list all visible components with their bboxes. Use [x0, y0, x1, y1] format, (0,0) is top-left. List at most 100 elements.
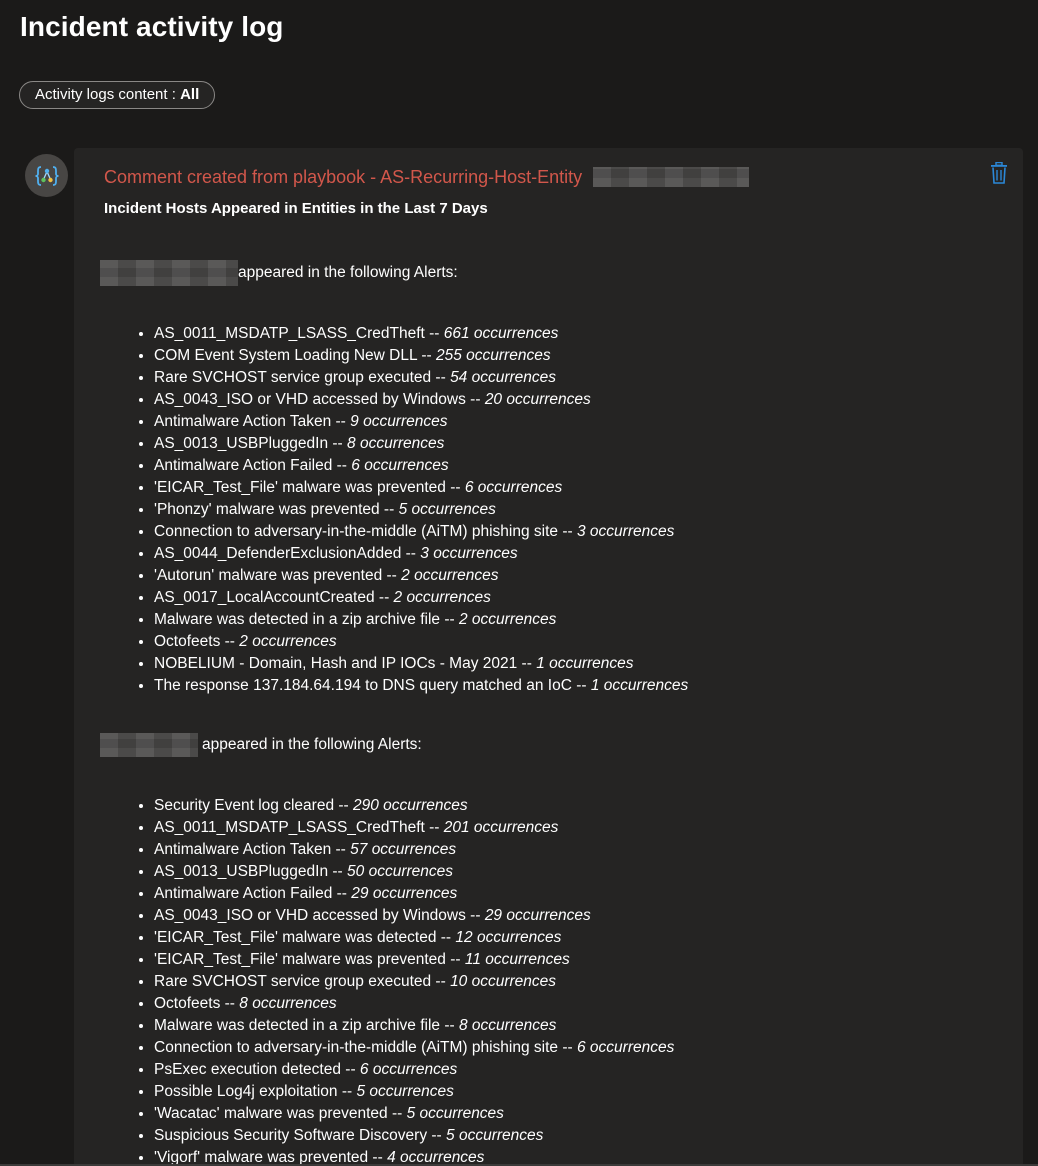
- alert-name: Rare SVCHOST service group executed --: [154, 973, 446, 990]
- alert-name: AS_0013_USBPluggedIn --: [154, 435, 343, 452]
- alert-name: 'EICAR_Test_File' malware was detected -…: [154, 929, 452, 946]
- alert-name: AS_0043_ISO or VHD accessed by Windows -…: [154, 391, 481, 408]
- activity-comment-card: Comment created from playbook - AS-Recur…: [74, 148, 1023, 1166]
- alert-name: AS_0043_ISO or VHD accessed by Windows -…: [154, 907, 481, 924]
- alert-list-item: 'Autorun' malware was prevented -- 2 occ…: [154, 565, 688, 587]
- alert-name: Antimalware Action Failed --: [154, 457, 347, 474]
- alert-list-item: 'EICAR_Test_File' malware was prevented …: [154, 949, 674, 971]
- alert-occurrences: 6 occurrences: [576, 1039, 675, 1056]
- alert-list-item: NOBELIUM - Domain, Hash and IP IOCs - Ma…: [154, 653, 688, 675]
- alert-occurrences: 2 occurrences: [458, 611, 557, 628]
- comment-subtitle: Incident Hosts Appeared in Entities in t…: [104, 200, 488, 217]
- alert-list-item: Antimalware Action Taken -- 9 occurrence…: [154, 411, 688, 433]
- alert-occurrences: 10 occurrences: [450, 973, 557, 990]
- alert-name: AS_0011_MSDATP_LSASS_CredTheft --: [154, 819, 440, 836]
- redacted-hostname: [100, 260, 238, 286]
- alert-occurrences: 6 occurrences: [464, 479, 563, 496]
- comment-title: Comment created from playbook - AS-Recur…: [104, 166, 750, 188]
- alert-list-item: AS_0011_MSDATP_LSASS_CredTheft -- 661 oc…: [154, 323, 688, 345]
- alert-occurrences: 11 occurrences: [464, 951, 570, 968]
- alert-list-item: 'Wacatac' malware was prevented -- 5 occ…: [154, 1103, 674, 1125]
- alert-name: Connection to adversary-in-the-middle (A…: [154, 523, 573, 540]
- trash-icon[interactable]: [989, 162, 1009, 184]
- alert-name: Connection to adversary-in-the-middle (A…: [154, 1039, 573, 1056]
- alert-list-item: Rare SVCHOST service group executed -- 1…: [154, 971, 674, 993]
- page-title: Incident activity log: [20, 11, 284, 42]
- alert-name: COM Event System Loading New DLL --: [154, 347, 432, 364]
- redacted-hostname: [100, 733, 198, 757]
- alert-name: 'Autorun' malware was prevented --: [154, 567, 397, 584]
- alert-occurrences: 6 occurrences: [359, 1061, 458, 1078]
- alert-list-item: AS_0017_LocalAccountCreated -- 2 occurre…: [154, 587, 688, 609]
- alert-name: 'EICAR_Test_File' malware was prevented …: [154, 479, 461, 496]
- alert-name: 'Phonzy' malware was prevented --: [154, 501, 395, 518]
- alert-name: Malware was detected in a zip archive fi…: [154, 1017, 455, 1034]
- alert-occurrences: 8 occurrences: [458, 1017, 557, 1034]
- alert-list-item: Malware was detected in a zip archive fi…: [154, 609, 688, 631]
- alert-name: AS_0017_LocalAccountCreated --: [154, 589, 390, 606]
- alert-occurrences: 8 occurrences: [239, 995, 337, 1012]
- alert-occurrences: 57 occurrences: [350, 841, 457, 858]
- alert-list-item: 'EICAR_Test_File' malware was detected -…: [154, 927, 674, 949]
- host-heading: appeared in the following Alerts:: [100, 260, 458, 286]
- alert-list-item: Security Event log cleared -- 290 occurr…: [154, 795, 674, 817]
- alert-list-item: AS_0013_USBPluggedIn -- 50 occurrences: [154, 861, 674, 883]
- alert-occurrences: 2 occurrences: [401, 567, 499, 584]
- alert-list-item: Connection to adversary-in-the-middle (A…: [154, 521, 688, 543]
- filter-value: All: [180, 86, 200, 103]
- alert-occurrences: 5 occurrences: [398, 501, 496, 518]
- alert-occurrences: 5 occurrences: [446, 1127, 544, 1144]
- alert-occurrences: 1 occurrences: [590, 677, 689, 694]
- comment-title-text: Comment created from playbook - AS-Recur…: [104, 167, 583, 187]
- alert-occurrences: 1 occurrences: [536, 655, 634, 672]
- alert-name: Antimalware Action Failed --: [154, 885, 347, 902]
- alert-name: NOBELIUM - Domain, Hash and IP IOCs - Ma…: [154, 655, 532, 672]
- alert-name: Suspicious Security Software Discovery -…: [154, 1127, 442, 1144]
- alert-list-item: Possible Log4j exploitation -- 5 occurre…: [154, 1081, 674, 1103]
- alert-list-item: Suspicious Security Software Discovery -…: [154, 1125, 674, 1147]
- alert-occurrences: 201 occurrences: [443, 819, 559, 836]
- alert-name: Antimalware Action Taken --: [154, 841, 346, 858]
- alert-list-item: AS_0043_ISO or VHD accessed by Windows -…: [154, 905, 674, 927]
- alert-occurrences: 50 occurrences: [347, 863, 454, 880]
- playbook-avatar: [25, 154, 68, 197]
- host-heading: appeared in the following Alerts:: [100, 733, 422, 757]
- incident-activity-log-page: Incident activity log Activity logs cont…: [0, 0, 1038, 1166]
- alert-name: Malware was detected in a zip archive fi…: [154, 611, 455, 628]
- alert-list-item: The response 137.184.64.194 to DNS query…: [154, 675, 688, 697]
- host-heading-text: appeared in the following Alerts:: [238, 264, 458, 281]
- alert-list-item: Antimalware Action Taken -- 57 occurrenc…: [154, 839, 674, 861]
- alert-list-item: Connection to adversary-in-the-middle (A…: [154, 1037, 674, 1059]
- alert-list-item: 'EICAR_Test_File' malware was prevented …: [154, 477, 688, 499]
- alert-name: 'Wacatac' malware was prevented --: [154, 1105, 403, 1122]
- alert-occurrences: 5 occurrences: [406, 1105, 504, 1122]
- alert-name: 'EICAR_Test_File' malware was prevented …: [154, 951, 461, 968]
- redacted-timestamp: [593, 166, 750, 187]
- alert-list-item: COM Event System Loading New DLL -- 255 …: [154, 345, 688, 367]
- alert-occurrences: 12 occurrences: [455, 929, 562, 946]
- alert-occurrences: 661 occurrences: [443, 325, 559, 342]
- alert-list-item: Octofeets -- 2 occurrences: [154, 631, 688, 653]
- activity-logs-content-filter[interactable]: Activity logs content : All: [19, 81, 216, 109]
- alert-occurrences: 8 occurrences: [347, 435, 445, 452]
- alert-name: Octofeets --: [154, 995, 235, 1012]
- alert-name: The response 137.184.64.194 to DNS query…: [154, 677, 587, 694]
- alert-name: Possible Log4j exploitation --: [154, 1083, 353, 1100]
- alert-occurrences: 29 occurrences: [351, 885, 458, 902]
- alert-list-item: Malware was detected in a zip archive fi…: [154, 1015, 674, 1037]
- alert-list-item: 'Phonzy' malware was prevented -- 5 occu…: [154, 499, 688, 521]
- host-heading-text: appeared in the following Alerts:: [202, 736, 422, 753]
- alert-list: AS_0011_MSDATP_LSASS_CredTheft -- 661 oc…: [134, 323, 688, 697]
- alert-occurrences: 6 occurrences: [351, 457, 449, 474]
- alert-occurrences: 3 occurrences: [576, 523, 675, 540]
- alert-occurrences: 20 occurrences: [484, 391, 591, 408]
- alert-occurrences: 2 occurrences: [393, 589, 491, 606]
- alert-occurrences: 2 occurrences: [239, 633, 337, 650]
- alert-list-item: AS_0013_USBPluggedIn -- 8 occurrences: [154, 433, 688, 455]
- alert-name: PsExec execution detected --: [154, 1061, 356, 1078]
- alert-occurrences: 5 occurrences: [356, 1083, 454, 1100]
- alert-occurrences: 3 occurrences: [420, 545, 518, 562]
- playbook-logic-app-icon: [34, 165, 59, 186]
- alert-name: AS_0011_MSDATP_LSASS_CredTheft --: [154, 325, 440, 342]
- alert-name: Antimalware Action Taken --: [154, 413, 346, 430]
